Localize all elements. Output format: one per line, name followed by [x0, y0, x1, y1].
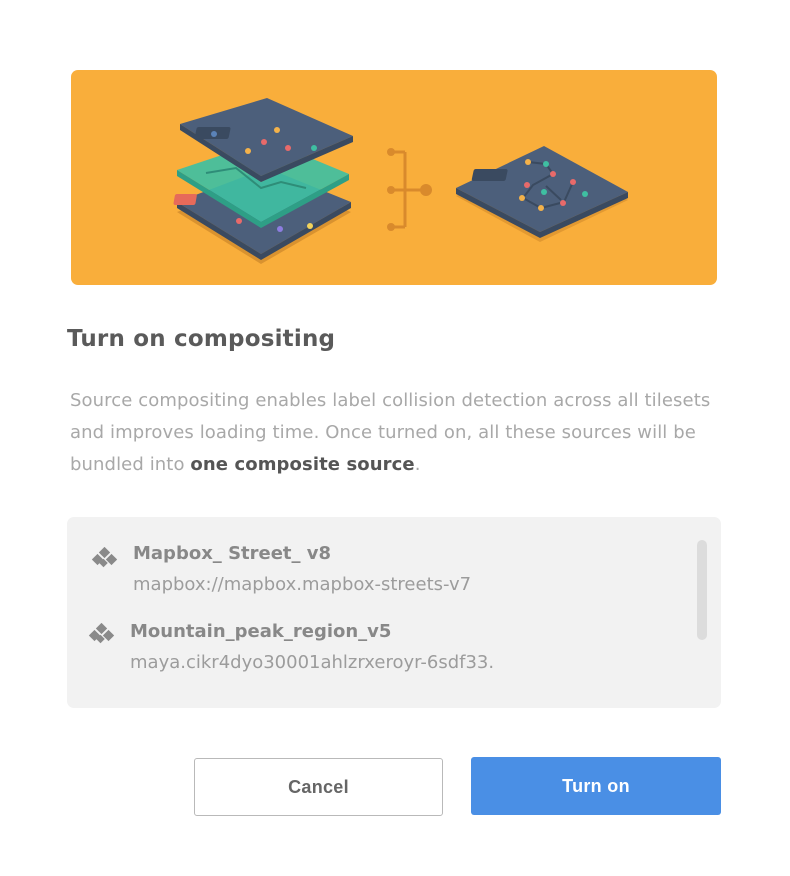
dialog-description: Source compositing enables label collisi…: [70, 385, 730, 481]
source-list[interactable]: Mapbox_ Street_ v8 mapbox://mapbox.mapbo…: [67, 517, 721, 708]
source-id: mapbox://mapbox.mapbox-streets-v7: [133, 574, 472, 595]
tileset-icon: [88, 622, 116, 645]
description-end: .: [414, 454, 421, 475]
source-name: Mountain_peak_region_v5: [130, 621, 392, 642]
cancel-button[interactable]: Cancel: [194, 758, 443, 816]
turn-on-button[interactable]: Turn on: [471, 757, 721, 815]
scrollbar[interactable]: [697, 540, 707, 640]
source-name: Mapbox_ Street_ v8: [133, 543, 332, 564]
hero-illustration: [71, 70, 717, 285]
description-emphasis: one composite source: [190, 454, 415, 475]
source-id: maya.cikr4dyo30001ahlzrxeroyr-6sdf33.: [130, 652, 495, 673]
tileset-icon: [91, 546, 119, 569]
dialog-title: Turn on compositing: [67, 326, 336, 352]
